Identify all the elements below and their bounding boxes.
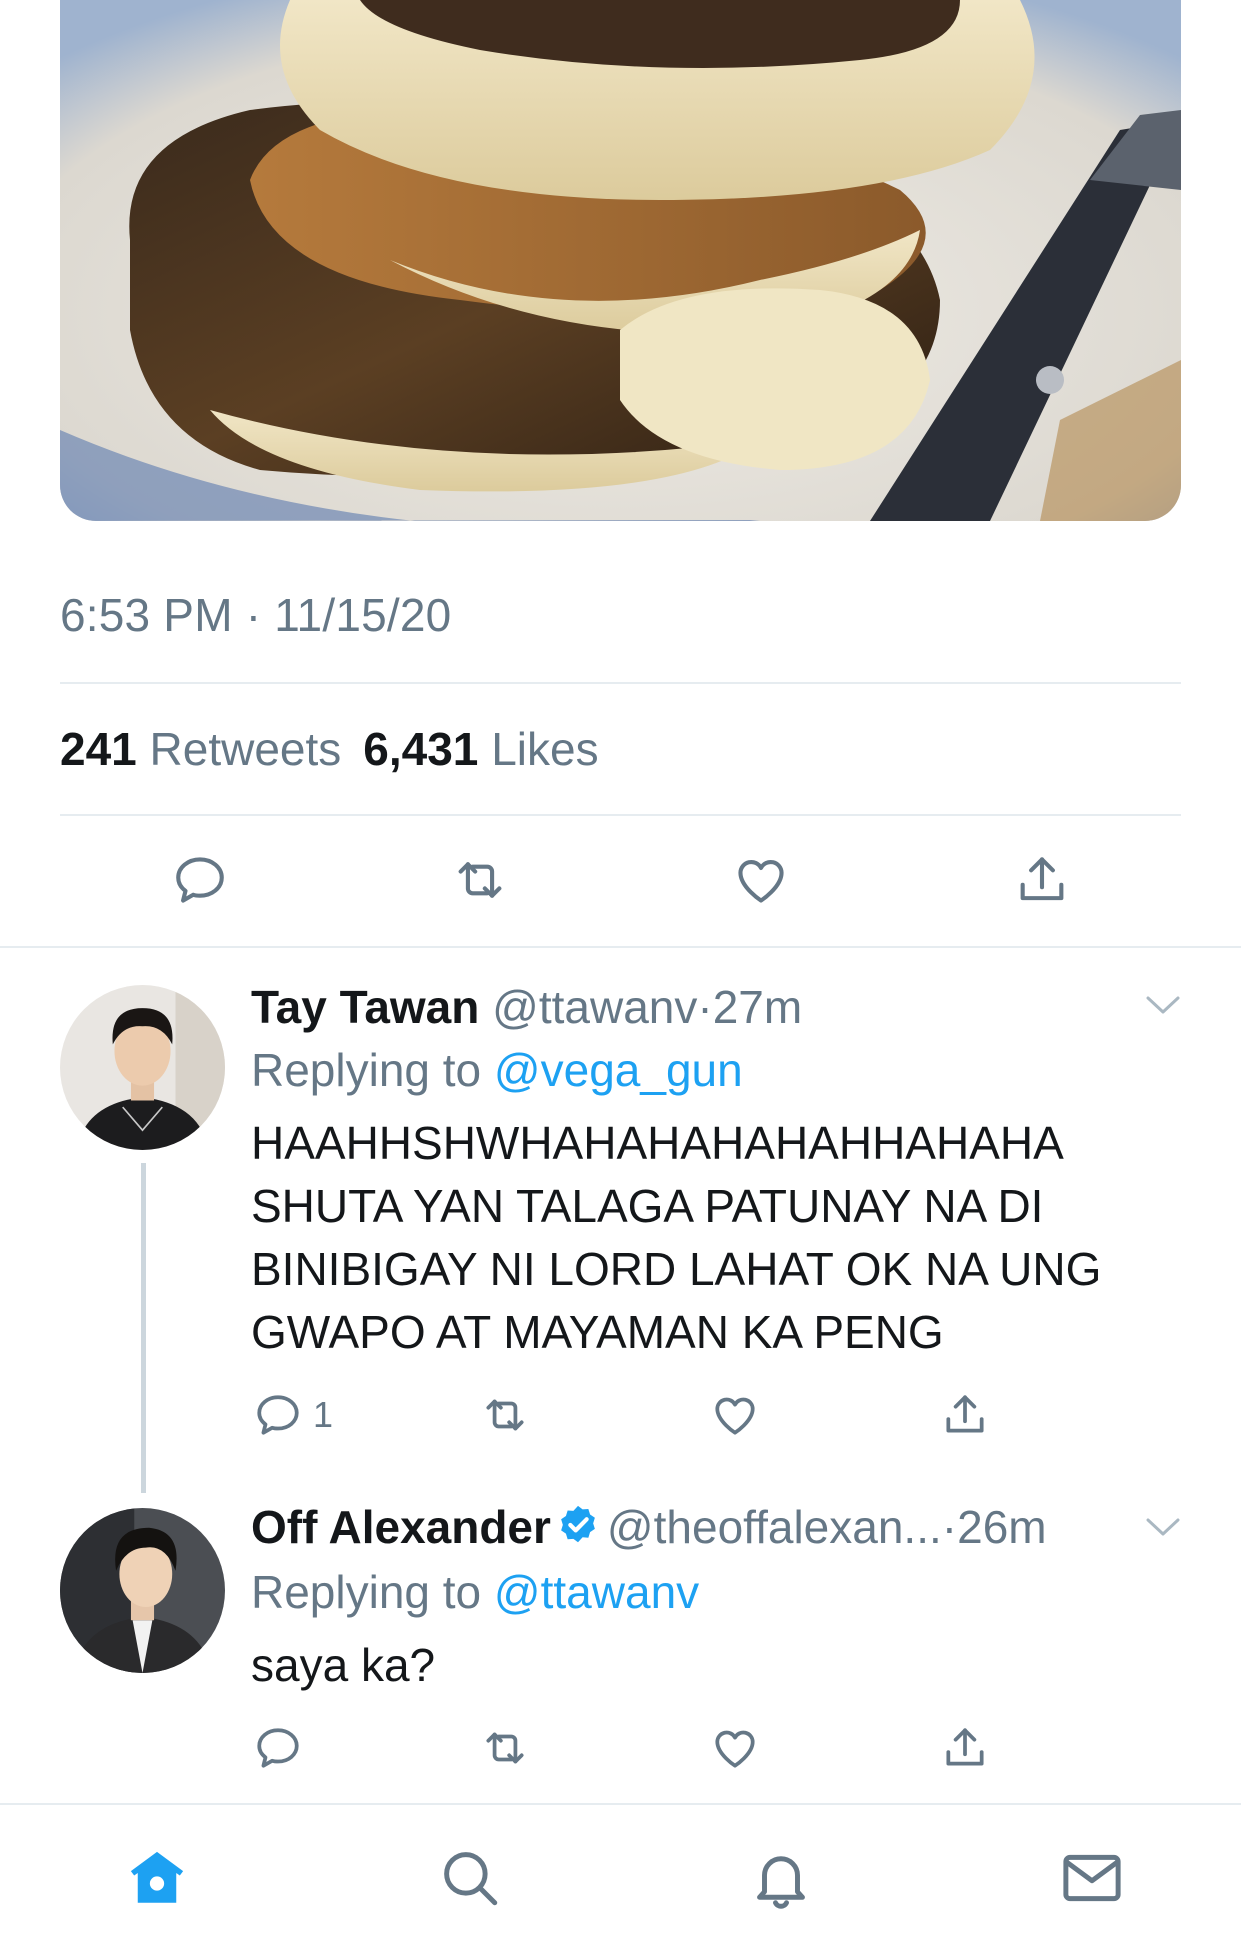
replying-prefix: Replying to xyxy=(251,1044,482,1096)
divider xyxy=(60,814,1181,816)
share-button[interactable] xyxy=(940,1385,990,1445)
reply-text-line: saya ka? xyxy=(251,1639,436,1691)
retweets-count[interactable]: 241 xyxy=(60,723,137,775)
share-icon xyxy=(1020,857,1064,901)
notifications-icon xyxy=(757,1856,805,1909)
retweet-button[interactable] xyxy=(480,1718,530,1778)
tweet-image[interactable] xyxy=(60,0,1181,521)
likes-count[interactable]: 6,431 xyxy=(363,723,478,775)
messages-icon xyxy=(1063,1854,1121,1902)
chevron-down-icon[interactable] xyxy=(1143,1512,1183,1542)
like-button[interactable] xyxy=(710,1718,760,1778)
avatar-tay-tawan[interactable] xyxy=(60,985,225,1150)
reply-header: Tay Tawan @ttawanv·27m xyxy=(251,980,802,1034)
divider xyxy=(60,682,1181,684)
retweets-label[interactable]: Retweets xyxy=(150,723,342,775)
tab-search[interactable] xyxy=(435,1843,505,1913)
tab-home[interactable] xyxy=(122,1843,192,1913)
reply-time: 26m xyxy=(957,1501,1047,1553)
author-handle[interactable]: @ttawanv xyxy=(492,981,697,1033)
reply-text-line: SHUTA YAN TALAGA PATUNAY NA DI xyxy=(251,1180,1044,1232)
reply-text-line: BINIBIGAY NI LORD LAHAT OK NA UNG xyxy=(251,1243,1102,1295)
search-icon xyxy=(444,1852,498,1906)
like-icon xyxy=(738,860,784,903)
home-icon xyxy=(130,1851,184,1903)
retweet-icon xyxy=(486,1399,524,1431)
reply-button[interactable] xyxy=(160,840,240,920)
retweet-button[interactable] xyxy=(480,1385,530,1445)
replying-to: Replying to @ttawanv xyxy=(251,1565,699,1619)
avatar-off-alexander[interactable] xyxy=(60,1508,225,1673)
reply-text: saya ka? xyxy=(251,1634,1151,1697)
verified-badge-icon xyxy=(561,1505,595,1543)
reply-time: 27m xyxy=(712,981,803,1033)
tweet-timestamp: 6:53 PM · 11/15/20 xyxy=(60,589,452,641)
share-button[interactable] xyxy=(1002,840,1082,920)
replying-mention[interactable]: @ttawanv xyxy=(494,1566,699,1618)
reply-text-line: HAAHHSHWHAHAHAHAHAHHAHAHA xyxy=(251,1117,1064,1169)
reply-button[interactable] xyxy=(253,1718,303,1778)
reply-header: Off Alexander @theoffalexan...·26m xyxy=(251,1500,1047,1554)
retweet-icon xyxy=(486,1732,524,1764)
tab-notifications[interactable] xyxy=(746,1843,816,1913)
like-button[interactable] xyxy=(710,1385,760,1445)
author-handle[interactable]: @theoffalexan... xyxy=(607,1501,942,1553)
separator: · xyxy=(697,981,713,1033)
like-button[interactable] xyxy=(721,840,801,920)
replying-mention[interactable]: @vega_gun xyxy=(494,1044,743,1096)
reply-button[interactable]: 1 xyxy=(253,1385,333,1445)
separator: · xyxy=(941,1501,958,1553)
author-name[interactable]: Tay Tawan xyxy=(251,981,479,1033)
replying-prefix: Replying to xyxy=(251,1566,482,1618)
share-icon xyxy=(946,1395,984,1433)
tweet-action-bar xyxy=(0,840,1241,920)
replying-to: Replying to @vega_gun xyxy=(251,1043,743,1097)
reply-action-bar xyxy=(0,1718,1241,1778)
reply-count: 1 xyxy=(313,1394,334,1435)
likes-label[interactable]: Likes xyxy=(491,723,598,775)
reply-icon xyxy=(257,1728,299,1768)
reply-icon xyxy=(176,857,224,903)
section-divider xyxy=(0,946,1241,948)
author-name[interactable]: Off Alexander xyxy=(251,1501,551,1553)
reply-text-line: GWAPO AT MAYAMAN KA PENG xyxy=(251,1306,944,1358)
retweet-icon xyxy=(458,862,502,898)
like-icon xyxy=(715,1397,755,1435)
tweet-stats: 241 Retweets 6,431 Likes xyxy=(60,722,599,776)
like-icon xyxy=(715,1730,755,1768)
reply-text: HAAHHSHWHAHAHAHAHAHHAHAHA SHUTA YAN TALA… xyxy=(251,1112,1151,1364)
chevron-down-icon[interactable] xyxy=(1143,990,1183,1020)
reply-icon xyxy=(257,1395,299,1435)
retweet-button[interactable] xyxy=(440,840,520,920)
tab-messages[interactable] xyxy=(1057,1843,1127,1913)
reply-action-bar: 1 xyxy=(0,1385,1241,1445)
share-button[interactable] xyxy=(940,1718,990,1778)
share-icon xyxy=(946,1728,984,1766)
bottom-tab-bar xyxy=(0,1803,1241,1949)
